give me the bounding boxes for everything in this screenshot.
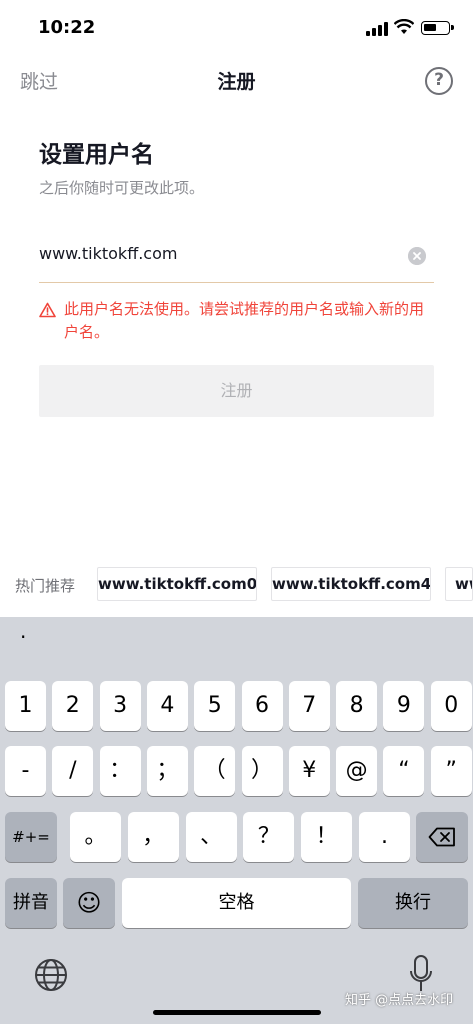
keyboard-key[interactable]: ¥ <box>288 746 330 796</box>
suggestion-chip[interactable]: www <box>445 567 473 601</box>
watermark: 知乎 @点点去水印 <box>345 993 454 1008</box>
keyboard-key[interactable]: @ <box>336 746 378 796</box>
keyboard-key[interactable]: 9 <box>383 681 425 731</box>
keyboard-key[interactable]: - <box>5 746 46 796</box>
keyboard-key[interactable]: ） <box>241 746 283 796</box>
keyboard-key[interactable]: 6 <box>241 681 283 731</box>
keyboard-key[interactable]: 1 <box>5 681 46 731</box>
space-key[interactable]: 空格 <box>122 878 351 928</box>
cellular-signal-icon <box>366 22 390 36</box>
suggestion-chip[interactable]: www.tiktokff.com0 <box>97 567 257 601</box>
keyboard-key[interactable]: ” <box>430 746 472 796</box>
username-input[interactable]: www.tiktokff.com <box>39 244 399 263</box>
home-indicator <box>153 1010 321 1015</box>
wifi-icon <box>394 19 414 34</box>
form-subheading: 之后你随时可更改此项。 <box>39 179 205 197</box>
keyboard-key[interactable]: 4 <box>146 681 188 731</box>
suggestions-label: 热门推荐 <box>15 577 76 595</box>
microphone-icon[interactable] <box>409 955 433 993</box>
keyboard-key[interactable]: 7 <box>288 681 330 731</box>
return-key[interactable]: 换行 <box>358 878 468 928</box>
keyboard-key[interactable]: ： <box>99 746 141 796</box>
symbols-toggle-key[interactable]: #+= <box>5 812 57 862</box>
form-heading: 设置用户名 <box>39 142 154 168</box>
battery-icon <box>421 21 454 35</box>
clear-input-icon[interactable] <box>408 247 426 265</box>
skip-button[interactable]: 跳过 <box>20 67 58 94</box>
suggestion-chip[interactable]: www.tiktokff.com4 <box>271 567 431 601</box>
globe-icon[interactable] <box>34 958 68 992</box>
keyboard-key[interactable]: “ <box>383 746 425 796</box>
backspace-key[interactable] <box>416 812 468 862</box>
register-button[interactable]: 注册 <box>39 365 434 417</box>
keyboard-key[interactable]: ？ <box>243 812 295 862</box>
keyboard-key[interactable]: ！ <box>301 812 353 862</box>
keyboard-key[interactable]: 3 <box>99 681 141 731</box>
page-title: 注册 <box>217 71 256 93</box>
error-message: 此用户名无法使用。请尝试推荐的用户名或输入新的用户名。 <box>64 300 425 341</box>
keyboard-key[interactable]: 。 <box>70 812 121 862</box>
candidate-bar[interactable]: · <box>20 625 26 649</box>
keyboard-key[interactable]: 、 <box>185 812 237 862</box>
keyboard-key[interactable]: / <box>52 746 94 796</box>
warning-icon <box>39 302 56 318</box>
keyboard-key[interactable]: 0 <box>430 681 472 731</box>
input-underline <box>39 282 434 283</box>
backspace-icon <box>428 827 455 847</box>
keyboard-key[interactable]: 8 <box>336 681 378 731</box>
keyboard-key[interactable]: （ <box>194 746 236 796</box>
help-icon[interactable]: ? <box>425 67 453 95</box>
keyboard-key[interactable]: ， <box>127 812 179 862</box>
keyboard-key[interactable]: 2 <box>52 681 94 731</box>
keyboard-key[interactable]: 5 <box>194 681 236 731</box>
emoji-key[interactable]: ☺ <box>63 878 115 928</box>
keyboard-key[interactable]: ； <box>146 746 188 796</box>
keyboard-key[interactable]: . <box>359 812 410 862</box>
pinyin-key[interactable]: 拼音 <box>5 878 57 928</box>
signup-username-screen: 10:22 跳过 注册 ? 设置用户名 之后你随时可更改此项。 www.tikt… <box>0 0 473 1024</box>
status-time: 10:22 <box>38 17 96 38</box>
status-bar: 10:22 <box>0 0 473 56</box>
